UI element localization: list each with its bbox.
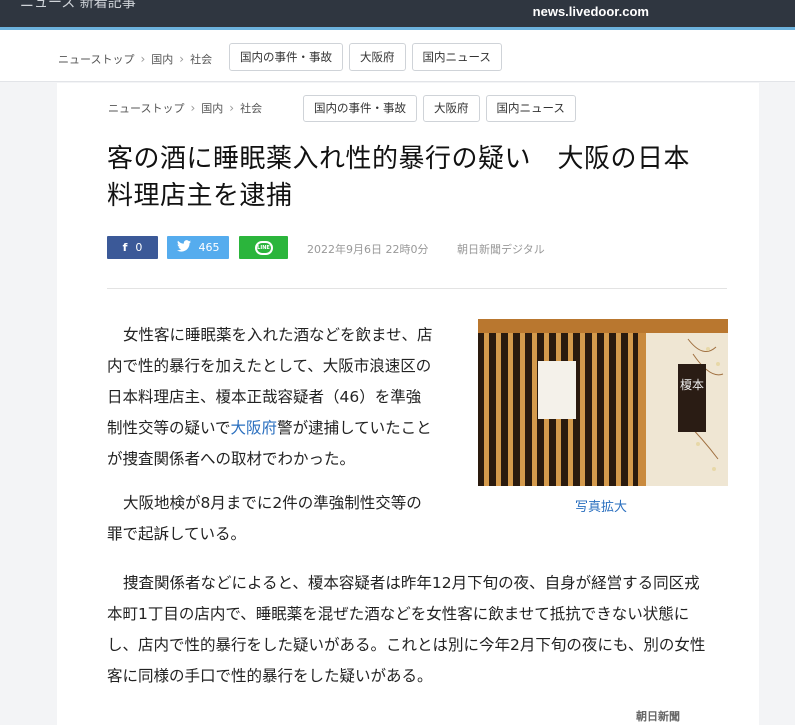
- facebook-count: 0: [135, 241, 143, 254]
- chevron-right-icon: ›: [190, 101, 196, 115]
- breadcrumb-item-society[interactable]: 社会: [240, 100, 262, 116]
- text-line: し、店内で性的暴行をした疑いがある。これとは別に今年2月下旬の夜にも、別の女性: [107, 636, 706, 654]
- text-line: 女性客に睡眠薬を入れた酒などを飲ませ、店: [123, 326, 433, 344]
- breadcrumb-item-domestic[interactable]: 国内: [151, 51, 173, 67]
- twitter-count: 465: [198, 241, 220, 254]
- paragraph-1: 女性客に睡眠薬を入れた酒などを飲ませ、店 内で性的暴行を加えたとして、大阪市浪速…: [107, 320, 433, 475]
- article-title: 客の酒に睡眠薬入れ性的暴行の疑い 大阪の日本 料理店主を逮捕: [107, 141, 737, 215]
- title-line-1: 客の酒に睡眠薬入れ性的暴行の疑い 大阪の日本: [107, 144, 691, 174]
- breadcrumb: ニューストップ › 国内 › 社会: [58, 51, 212, 67]
- article-photo[interactable]: 榎本: [478, 319, 728, 486]
- newspaper-logo: 朝日新聞: [636, 710, 680, 723]
- tag-domestic-news[interactable]: 国内ニュース: [485, 95, 576, 122]
- breadcrumb-item-domestic[interactable]: 国内: [201, 100, 223, 116]
- tag-list: 国内の事件・事故 大阪府 国内ニュース: [229, 43, 508, 71]
- tag-osaka[interactable]: 大阪府: [423, 95, 480, 122]
- title-line-2: 料理店主を逮捕: [107, 181, 293, 211]
- text-line: 日本料理店主、榎本正哉容疑者（46）を準強: [107, 388, 422, 406]
- text-line: 捜査関係者などによると、榎本容疑者は昨年12月下旬の夜、自身が経営する同区戎: [123, 574, 700, 592]
- text-line: 内で性的暴行を加えたとして、大阪市浪速区の: [107, 357, 432, 375]
- article-breadcrumb: ニューストップ › 国内 › 社会: [108, 100, 262, 116]
- tag-osaka[interactable]: 大阪府: [349, 43, 406, 71]
- text-line: が捜査関係者への取材でわかった。: [107, 450, 356, 468]
- tag-domestic-news[interactable]: 国内ニュース: [411, 43, 502, 71]
- text-line: 本町1丁目の店内で、睡眠薬を混ぜた酒などを女性客に飲ませて抵抗できない状態に: [107, 605, 690, 623]
- article-tag-list: 国内の事件・事故 大阪府 国内ニュース: [303, 95, 582, 122]
- text-line: 罪で起訴している。: [107, 525, 247, 543]
- line-share-button[interactable]: LINE: [239, 236, 288, 259]
- breadcrumb-item-top[interactable]: ニューストップ: [108, 100, 184, 116]
- breadcrumb-item-society[interactable]: 社会: [190, 51, 212, 67]
- text-line: 客に同様の手口で性的暴行をした疑いがある。: [107, 667, 433, 685]
- twitter-share-button[interactable]: 465: [167, 236, 229, 259]
- text-segment: 警が逮捕していたこと: [277, 419, 432, 437]
- line-icon: LINE: [254, 240, 273, 255]
- browser-top-bar: ニュース 新着記事 news.livedoor.com: [0, 0, 795, 27]
- paragraph-3: 捜査関係者などによると、榎本容疑者は昨年12月下旬の夜、自身が経営する同区戎 本…: [107, 568, 732, 692]
- tag-incidents[interactable]: 国内の事件・事故: [303, 95, 417, 122]
- enlarge-photo-link[interactable]: 写真拡大: [575, 496, 627, 515]
- publisher-source[interactable]: 朝日新聞デジタル: [457, 241, 545, 257]
- text-segment: 制性交等の疑いで: [107, 419, 231, 437]
- osaka-link[interactable]: 大阪府: [231, 419, 278, 437]
- site-header-partial: ニュース 新着記事: [20, 0, 136, 11]
- tag-incidents[interactable]: 国内の事件・事故: [229, 43, 343, 71]
- paragraph-2: 大阪地検が8月までに2件の準強制性交等の 罪で起訴している。: [107, 488, 422, 550]
- chevron-right-icon: ›: [140, 52, 146, 66]
- site-domain: news.livedoor.com: [532, 4, 649, 19]
- twitter-bird-icon: [176, 240, 191, 255]
- text-line: 大阪地検が8月までに2件の準強制性交等の: [123, 494, 422, 512]
- facebook-icon: f: [122, 241, 128, 254]
- chevron-right-icon: ›: [179, 52, 185, 66]
- facebook-share-button[interactable]: f 0: [107, 236, 158, 259]
- sticky-nav: ニューストップ › 国内 › 社会 国内の事件・事故 大阪府 国内ニュース: [0, 30, 795, 82]
- divider: [107, 288, 727, 289]
- breadcrumb-item-top[interactable]: ニューストップ: [58, 51, 134, 67]
- text-line: 制性交等の疑いで大阪府警が逮捕していたこと: [107, 413, 433, 444]
- sign-text: 榎本: [680, 377, 704, 392]
- chevron-right-icon: ›: [229, 101, 235, 115]
- publish-date: 2022年9月6日 22時0分: [307, 243, 429, 256]
